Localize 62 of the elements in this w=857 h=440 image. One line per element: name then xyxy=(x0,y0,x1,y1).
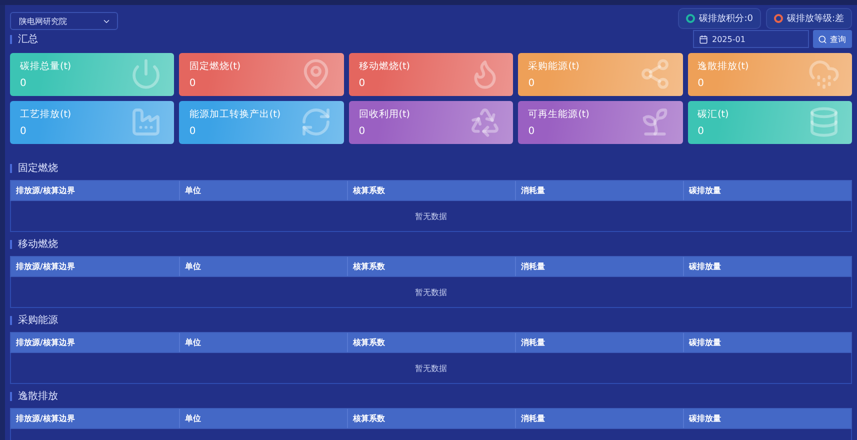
score-badge: 碳排放等级:差 xyxy=(766,8,852,29)
column-header: 消耗量 xyxy=(515,257,683,276)
section-title: 汇总 xyxy=(10,32,38,46)
card-value: 0 xyxy=(528,126,535,137)
column-header: 单位 xyxy=(179,181,347,200)
card-value: 0 xyxy=(358,78,366,89)
column-header: 碳排放量 xyxy=(683,257,851,276)
organization-select[interactable]: 陕电网研究院 xyxy=(10,12,118,30)
card-value: 0 xyxy=(20,78,26,89)
search-icon xyxy=(818,34,827,44)
column-header: 消耗量 xyxy=(515,409,683,428)
power-icon xyxy=(130,58,162,90)
column-header: 排放源/核算边界 xyxy=(14,185,76,197)
section-title: 采购能源 xyxy=(10,313,58,327)
card-label: 能源加工转换产出(t) xyxy=(189,108,281,121)
empty-message: 暂无数据 xyxy=(415,210,447,222)
card-label: 工艺排放(t) xyxy=(20,108,72,121)
column-header: 碳排放量 xyxy=(683,333,851,352)
column-header: 排放源/核算边界 xyxy=(14,413,76,425)
card-label: 采购能源(t) xyxy=(528,60,580,73)
recycle-icon xyxy=(469,106,502,138)
column-header: 碳排放量 xyxy=(683,181,851,200)
column-header: 核算系数 xyxy=(347,257,515,276)
query-button[interactable]: 查询 xyxy=(813,30,852,48)
empty-message: 暂无数据 xyxy=(415,362,447,374)
card-value: 0 xyxy=(528,78,535,89)
column-header: 核算系数 xyxy=(347,409,515,428)
column-header: 排放源/核算边界 xyxy=(14,261,76,273)
column-header: 排放源/核算边界 xyxy=(14,337,76,349)
card-value: 0 xyxy=(189,126,196,137)
card-value: 0 xyxy=(698,126,704,137)
column-header: 核算系数 xyxy=(347,181,515,200)
card-label: 回收利用(t) xyxy=(358,108,410,121)
section-title: 逸散排放 xyxy=(10,389,58,403)
card-value: 0 xyxy=(20,126,26,137)
card-label: 可再生能源(t) xyxy=(528,108,590,121)
card-value: 0 xyxy=(189,78,196,89)
factory-icon xyxy=(130,106,162,138)
card-label: 碳排总量(t) xyxy=(20,60,72,73)
card-label: 碳汇(t) xyxy=(698,108,729,121)
column-header: 单位 xyxy=(179,333,347,352)
date-field[interactable]: 2025-01 xyxy=(693,30,809,48)
score-badge: 碳排放积分:0 xyxy=(678,8,761,29)
refresh-icon xyxy=(300,106,332,138)
card-label: 移动燃烧(t) xyxy=(358,60,410,73)
section-title: 移动燃烧 xyxy=(10,237,58,251)
column-header: 消耗量 xyxy=(515,333,683,352)
calendar-icon xyxy=(699,34,708,44)
column-header: 单位 xyxy=(179,409,347,428)
empty-message: 暂无数据 xyxy=(415,286,447,298)
card-label: 固定燃烧(t) xyxy=(189,60,241,73)
share-icon xyxy=(638,58,671,90)
column-header: 单位 xyxy=(179,257,347,276)
database-icon xyxy=(808,106,840,138)
section-title: 固定燃烧 xyxy=(10,161,58,175)
cloud-rain-icon xyxy=(808,58,840,90)
card-value: 0 xyxy=(358,126,366,137)
card-label: 逸散排放(t) xyxy=(698,60,749,73)
card-value: 0 xyxy=(698,78,704,89)
column-header: 消耗量 xyxy=(515,181,683,200)
column-header: 核算系数 xyxy=(347,333,515,352)
column-header: 碳排放量 xyxy=(683,409,851,428)
